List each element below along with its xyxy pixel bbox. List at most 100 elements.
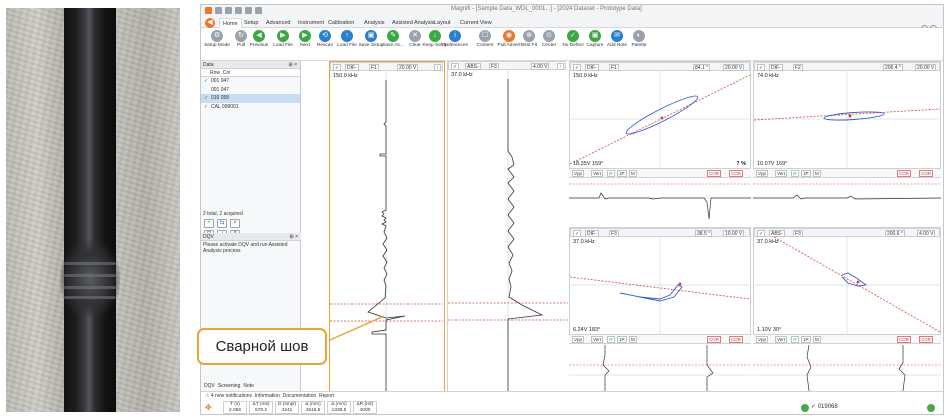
liss-3-chan-num[interactable]: F3 [609, 229, 619, 237]
liss-2-chan-num[interactable]: F2 [793, 63, 803, 71]
tab-current-view[interactable]: Current View [457, 18, 495, 28]
tab-calibration[interactable]: Calibration [325, 18, 357, 28]
liss-1-controls: ✓ DIF- F1 84.1 ° 20.00 V [570, 62, 750, 71]
liss-2-cor-button[interactable]: COR [897, 170, 911, 177]
dqv-pin-icon[interactable]: ⊞ × [290, 233, 299, 241]
navigate-icon[interactable]: ✥ [205, 403, 212, 412]
liss-2-refresh-icon[interactable]: ⟳ [791, 170, 799, 177]
delete-icon[interactable]: × [230, 219, 240, 228]
liss-4-m-button[interactable]: M [813, 336, 821, 343]
content-icon: ☐ [479, 30, 491, 42]
data-panel-title: Data [203, 62, 214, 68]
tab-advanced[interactable]: Advanced [263, 18, 293, 28]
window-title: Magnifi - [Sample Data_WDL_0001...] - [2… [451, 6, 642, 12]
liss-3-cor-button-2[interactable]: COR [729, 336, 743, 343]
weld-callout: Сварной шов [197, 328, 327, 365]
merge-icon[interactable]: ⇆ [217, 219, 227, 228]
liss-1-volts[interactable]: 20.00 V [723, 63, 745, 71]
list-item[interactable]: ✓ 001 047 [201, 77, 300, 86]
liss-1-check[interactable]: ✓ [573, 63, 582, 71]
quick-redo-icon[interactable] [235, 7, 242, 14]
liss-4-figure [841, 272, 868, 287]
liss-3-check[interactable]: ✓ [573, 229, 582, 237]
quick-save-icon[interactable] [215, 7, 222, 14]
liss-3-vert-button[interactable]: Vert [591, 336, 604, 343]
liss-1-vert-button[interactable]: Vert [591, 170, 604, 177]
liss-1-cor-button-2[interactable]: COR [729, 170, 743, 177]
liss-3-reading: 6.24V 183° [573, 327, 601, 333]
report-link[interactable]: Report [319, 393, 334, 399]
tab-setup[interactable]: Setup [241, 18, 261, 28]
liss-2-angle[interactable]: 206.4 ° [883, 63, 903, 71]
liss-2-channel[interactable]: DIF- [769, 63, 783, 71]
liss-3-m-button[interactable]: M [629, 336, 637, 343]
liss-2-check[interactable]: ✓ [757, 63, 766, 71]
col-header-col[interactable]: Col [223, 70, 231, 76]
documentation-link[interactable]: Documentation [283, 393, 317, 399]
keep-setup-icon: ↓ [429, 30, 441, 42]
list-item[interactable]: 001 047 [201, 86, 300, 95]
liss-4-vert-button[interactable]: Vert [775, 336, 788, 343]
tab-home[interactable]: Home [219, 18, 242, 28]
liss-4-angle[interactable]: 200.6 ° [885, 229, 905, 237]
liss-4-cor-button-2[interactable]: COR [919, 336, 933, 343]
liss-2-vpp-button[interactable]: Vpp [756, 170, 769, 177]
information-link[interactable]: Information [255, 393, 280, 399]
liss-3-angle[interactable]: 38.5 ° [695, 229, 713, 237]
list-item[interactable]: ✓ CAL 099001 [201, 103, 300, 112]
liss-2-volts[interactable]: 20.00 V [915, 63, 937, 71]
quick-print-icon[interactable] [245, 7, 252, 14]
notifications-link[interactable]: 4 new notifications [211, 393, 252, 399]
col-header-row[interactable]: Row [210, 70, 220, 76]
liss-1-vpp-button[interactable]: Vpp [572, 170, 585, 177]
liss-3-volts[interactable]: 10.00 V [723, 229, 745, 237]
liss-4-cor-button[interactable]: COR [897, 336, 911, 343]
liss-1-strip-signal [569, 192, 751, 220]
next-icon: ▶ [299, 30, 311, 42]
liss-3-1p-button[interactable]: 1P [617, 336, 627, 343]
liss-4-check[interactable]: ✓ [757, 229, 766, 237]
dqv-message: Please activate DQV and run Assisted Ana… [203, 242, 288, 254]
liss-4-phase-line [773, 237, 940, 333]
liss-1-chan-num[interactable]: F1 [609, 63, 619, 71]
liss-1-refresh-icon[interactable]: ⟳ [607, 170, 615, 177]
bottom-tab-screening[interactable]: Screening [218, 383, 241, 389]
liss-1-angle[interactable]: 84.1 ° [693, 63, 711, 71]
liss-2-m-button[interactable]: M [813, 170, 821, 177]
pin-icon[interactable]: ⊞ × [289, 61, 298, 69]
quick-undo-icon[interactable] [225, 7, 232, 14]
liss-4-volts[interactable]: 4.00 V [917, 229, 936, 237]
bottom-tab-dqv[interactable]: DQV [204, 383, 215, 389]
liss-4-1p-button[interactable]: 1P [801, 336, 811, 343]
liss-3-vpp-button[interactable]: Vpp [572, 336, 585, 343]
info-icon: i [449, 30, 461, 42]
liss-2-dot [848, 114, 852, 118]
status-counter: ✓ 019068 [811, 404, 838, 410]
liss-4-vpp-button[interactable]: Vpp [756, 336, 769, 343]
tab-layout[interactable]: Layout [431, 18, 454, 28]
liss-4-chan-num[interactable]: F3 [793, 229, 803, 237]
bottom-tab-note[interactable]: Note [243, 383, 254, 389]
liss-3-refresh-icon[interactable]: ⟳ [607, 336, 615, 343]
liss-1-m-button[interactable]: M [629, 170, 637, 177]
liss-1-channel[interactable]: DIF- [585, 63, 599, 71]
palette-button[interactable]: ◐ Palette [625, 30, 653, 60]
liss-4-refresh-icon[interactable]: ⟳ [791, 336, 799, 343]
liss-3-channel[interactable]: DIF- [585, 229, 599, 237]
tab-instrument[interactable]: Instrument [295, 18, 327, 28]
liss-2-1p-button[interactable]: 1P [801, 170, 811, 177]
liss-1-1p-button[interactable]: 1P [617, 170, 627, 177]
app-menu-icon[interactable]: ◀ [205, 18, 215, 28]
liss-1-cor-button[interactable]: COR [707, 170, 721, 177]
liss-3-cor-button[interactable]: COR [707, 336, 721, 343]
tab-analysis[interactable]: Analysis [361, 18, 387, 28]
list-item[interactable]: ✓ 016 058 [201, 94, 300, 103]
liss-2-figure [823, 111, 885, 121]
add-note-icon: ✉ [611, 30, 623, 42]
liss-4-channel[interactable]: ABS- [769, 229, 785, 237]
quick-settings-icon[interactable] [255, 7, 262, 14]
preferences-button[interactable]: i Preferences [441, 30, 469, 60]
liss-2-cor-button-2[interactable]: COR [919, 170, 933, 177]
add-icon[interactable]: + [204, 219, 214, 228]
liss-2-vert-button[interactable]: Vert [775, 170, 788, 177]
